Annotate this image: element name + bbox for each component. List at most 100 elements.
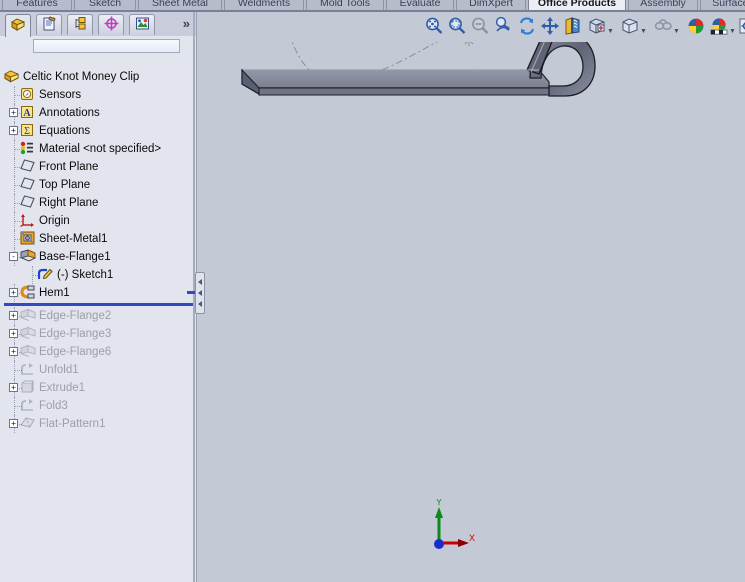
tree-collapse-icon[interactable]: - <box>9 252 18 261</box>
triad-x-axis: X <box>439 533 475 547</box>
tree-item-label: Sensors <box>39 89 82 101</box>
tree-item-label: Celtic Knot Money Clip <box>23 71 140 83</box>
feature-tree-tab[interactable] <box>5 14 31 37</box>
view-orientation-dropdown-caret-icon[interactable]: ▼ <box>607 28 614 35</box>
zoom-in-out-button[interactable] <box>469 16 491 38</box>
tree-item-fold3[interactable]: Fold3 <box>0 397 196 415</box>
section-view-button[interactable] <box>562 16 584 38</box>
hem-icon <box>20 285 35 300</box>
tree-item-label: Base-Flange1 <box>39 251 111 263</box>
tree-item-sheet-metal1[interactable]: Sheet-Metal1 <box>0 230 196 248</box>
tree-item-hem1[interactable]: + Hem1 <box>0 284 196 302</box>
origin-triad: Y X <box>434 499 475 549</box>
tree-item-label: (-) Sketch1 <box>57 269 114 281</box>
equations-icon: Σ <box>20 123 35 138</box>
zoom-to-area-icon <box>447 16 467 39</box>
view-toolbar: ▼ ▼ ▼ ▼ <box>197 12 745 42</box>
rebuild-button[interactable] <box>516 16 538 38</box>
tree-item-label: Annotations <box>39 107 100 119</box>
tree-expand-icon[interactable]: + <box>9 311 18 320</box>
tree-item-label: Flat-Pattern1 <box>39 418 106 430</box>
edge-flange-icon <box>20 308 36 323</box>
plane-icon <box>20 177 35 192</box>
rebuild-icon <box>517 16 537 39</box>
tree-expand-icon[interactable]: + <box>9 126 18 135</box>
apply-scene-dropdown-caret-icon[interactable]: ▼ <box>729 28 736 35</box>
feature-tree-filter-input[interactable] <box>34 40 179 53</box>
tree-item-edge-flange2[interactable]: + Edge-Flange2 <box>0 307 196 325</box>
display-style-button[interactable] <box>619 16 641 38</box>
tree-expand-icon[interactable]: + <box>9 288 18 297</box>
zoom-to-fit-icon <box>424 16 444 39</box>
tree-item-front-plane[interactable]: Front Plane <box>0 158 196 176</box>
view-settings-button[interactable] <box>736 16 745 38</box>
tree-item-origin[interactable]: Origin <box>0 212 196 230</box>
tree-expand-icon[interactable]: + <box>9 419 18 428</box>
model-front-face[interactable] <box>258 87 550 96</box>
chevron-double-right-icon[interactable]: » <box>183 16 190 31</box>
tree-item-material-not-specified[interactable]: Material <not specified> <box>0 140 196 158</box>
solidworks-window: Features Sketch Sheet Metal Weldments Mold T… <box>0 0 745 582</box>
zoom-to-area-button[interactable] <box>446 16 468 38</box>
triad-origin-sphere <box>434 539 444 549</box>
unfold-icon <box>20 362 35 377</box>
property-manager-tab[interactable] <box>36 14 62 35</box>
sheet-metal-icon <box>20 231 35 246</box>
tree-item-annotations[interactable]: + A Annotations <box>0 104 196 122</box>
property-manager-icon <box>42 16 57 34</box>
triad-y-axis: Y <box>435 499 443 543</box>
previous-view-button[interactable] <box>493 16 515 38</box>
tree-item-sensors[interactable]: Sensors <box>0 86 196 104</box>
apply-scene-icon <box>709 16 729 39</box>
tree-item-label: Equations <box>39 125 91 137</box>
splitter-arrow-icon <box>198 289 202 296</box>
hide-show-items-button[interactable] <box>652 16 674 38</box>
feature-tree-filter[interactable] <box>33 39 180 53</box>
display-style-dropdown-caret-icon[interactable]: ▼ <box>640 28 647 35</box>
edit-appearance-button[interactable] <box>685 16 707 38</box>
tree-item-edge-flange3[interactable]: + Edge-Flange3 <box>0 325 196 343</box>
feature-tree[interactable]: Celtic Knot Money Clip Sensors + A Annotatio… <box>0 68 196 433</box>
sketch-icon <box>37 267 53 282</box>
tree-item-edge-flange6[interactable]: + Edge-Flange6 <box>0 343 196 361</box>
tree-expand-icon[interactable]: + <box>9 329 18 338</box>
tree-item-sketch1[interactable]: (-) Sketch1 <box>0 266 196 284</box>
previous-view-icon <box>494 16 514 39</box>
model-3d-view[interactable] <box>197 12 745 582</box>
pan-icon <box>540 16 560 39</box>
graphics-viewport[interactable]: Y X <box>197 12 745 582</box>
tree-item-equations[interactable]: + Σ Equations <box>0 122 196 140</box>
edge-flange-icon <box>20 326 36 341</box>
triad-y-label: Y <box>436 499 442 507</box>
tree-item-base-flange1[interactable]: - Base-Flange1 <box>0 248 196 266</box>
model-top-face[interactable] <box>241 69 550 89</box>
view-orientation-button[interactable] <box>586 16 608 38</box>
display-manager-tab[interactable] <box>129 14 155 35</box>
splitter-arrow-icon <box>198 301 202 308</box>
tree-item-flat-pattern1[interactable]: + Flat-Pattern1 <box>0 415 196 433</box>
tree-item-label: Origin <box>39 215 70 227</box>
splitter-arrow-icon <box>198 278 202 285</box>
tree-item-top-plane[interactable]: Top Plane <box>0 176 196 194</box>
pan-button[interactable] <box>539 16 561 38</box>
configuration-manager-tab[interactable] <box>67 14 93 35</box>
apply-scene-button[interactable] <box>708 16 730 38</box>
tree-item-label: Fold3 <box>39 400 68 412</box>
tree-item-label: Edge-Flange6 <box>39 346 112 358</box>
tree-item-label: Edge-Flange2 <box>39 310 112 322</box>
tree-expand-icon[interactable]: + <box>9 347 18 356</box>
panel-splitter-handle[interactable] <box>195 272 205 314</box>
plane-icon <box>20 195 35 210</box>
tree-item-unfold1[interactable]: Unfold1 <box>0 361 196 379</box>
tree-item-label: Material <not specified> <box>39 143 162 155</box>
tree-item-celtic-knot-money-clip[interactable]: Celtic Knot Money Clip <box>0 68 196 86</box>
tree-expand-icon[interactable]: + <box>9 108 18 117</box>
zoom-to-fit-button[interactable] <box>423 16 445 38</box>
hide-show-items-dropdown-caret-icon[interactable]: ▼ <box>673 28 680 35</box>
dimxpert-manager-tab[interactable] <box>98 14 124 35</box>
tree-item-extrude1[interactable]: + Extrude1 <box>0 379 196 397</box>
flat-pattern-icon <box>20 416 35 431</box>
tree-item-right-plane[interactable]: Right Plane <box>0 194 196 212</box>
section-view-icon <box>563 16 583 39</box>
tree-expand-icon[interactable]: + <box>9 383 18 392</box>
